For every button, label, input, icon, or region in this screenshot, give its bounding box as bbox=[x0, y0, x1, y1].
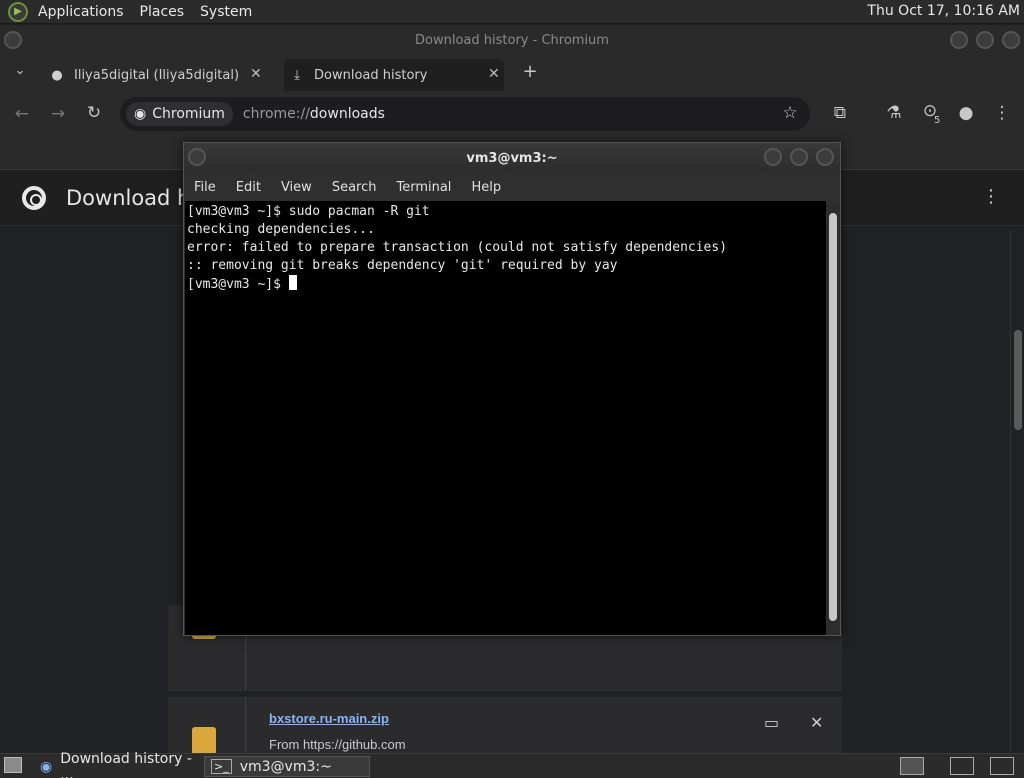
download-icon: ⤓ bbox=[294, 67, 300, 83]
workspace-1[interactable] bbox=[900, 757, 924, 775]
tab-strip: ⌄ ● Iliya5digital (Iliya5digital) / Re ✕… bbox=[0, 55, 1024, 93]
terminal-titlebar[interactable]: vm3@vm3:~ bbox=[184, 143, 840, 173]
forward-arrow-icon[interactable]: → bbox=[46, 104, 70, 124]
taskbar-item-label: Download history - ... bbox=[60, 750, 192, 778]
show-in-folder-icon[interactable]: ▭ bbox=[764, 713, 779, 732]
close-button[interactable] bbox=[816, 148, 834, 166]
chromium-icon: ◉ bbox=[40, 758, 53, 775]
chromium-titlebar[interactable]: Download history - Chromium bbox=[0, 25, 1024, 55]
tab-label: Download history bbox=[314, 67, 428, 83]
download-source: From https://github.com bbox=[269, 737, 406, 752]
downloads-count-badge: 5 bbox=[934, 115, 941, 126]
labs-flask-icon[interactable]: ⚗ bbox=[882, 103, 906, 123]
terminal-icon: >_ bbox=[211, 759, 232, 774]
profile-avatar-icon[interactable]: ● bbox=[954, 103, 978, 123]
more-menu-icon[interactable]: ⋮ bbox=[990, 103, 1014, 123]
taskbar-item-label: vm3@vm3:~ bbox=[239, 758, 332, 775]
download-item: bxstore.ru-main.zip From https://github.… bbox=[168, 697, 842, 755]
menu-terminal[interactable]: Terminal bbox=[386, 180, 461, 195]
tab-download-history[interactable]: ⤓ Download history bbox=[284, 59, 504, 91]
workspace-3[interactable] bbox=[990, 757, 1014, 775]
terminal-window: vm3@vm3:~ File Edit View Search Terminal… bbox=[183, 142, 841, 636]
window-menu-button[interactable] bbox=[188, 148, 206, 166]
window-menu-button[interactable] bbox=[4, 31, 22, 49]
menu-search[interactable]: Search bbox=[322, 180, 387, 195]
tab-search-chevron-icon[interactable]: ⌄ bbox=[8, 63, 32, 78]
menu-places[interactable]: Places bbox=[134, 4, 191, 20]
taskbar-item-terminal[interactable]: >_ vm3@vm3:~ bbox=[204, 756, 370, 777]
close-button[interactable] bbox=[1002, 31, 1020, 49]
terminal-menubar: File Edit View Search Terminal Help bbox=[184, 173, 840, 201]
github-icon: ● bbox=[51, 67, 63, 83]
terminal-scrollbar[interactable] bbox=[826, 201, 840, 635]
browser-toolbar: ← → ↻ ◉ Chromium chrome://downloads ☆ ⧉ … bbox=[0, 93, 1024, 138]
url-text[interactable]: chrome://downloads bbox=[243, 106, 385, 122]
show-desktop-icon[interactable] bbox=[4, 757, 22, 773]
minimize-button[interactable] bbox=[764, 148, 782, 166]
tab-close-icon[interactable]: ✕ bbox=[250, 66, 262, 82]
window-title: Download history - Chromium bbox=[415, 32, 609, 48]
terminal-prompt: [vm3@vm3 ~]$ bbox=[187, 277, 289, 292]
applications-logo-icon[interactable]: ▶ bbox=[8, 1, 28, 22]
workspace-2[interactable] bbox=[950, 757, 974, 775]
minimize-button[interactable] bbox=[950, 31, 968, 49]
site-chip-label: Chromium bbox=[152, 106, 225, 122]
reload-icon[interactable]: ↻ bbox=[82, 103, 106, 123]
omnibox[interactable]: ◉ Chromium chrome://downloads ☆ bbox=[120, 97, 810, 131]
menu-file[interactable]: File bbox=[184, 180, 226, 195]
url-prefix: chrome:// bbox=[242, 106, 310, 122]
terminal-line: [vm3@vm3 ~]$ sudo pacman -R git bbox=[187, 204, 430, 219]
more-actions-icon[interactable]: ⋮ bbox=[982, 186, 1000, 207]
back-arrow-icon[interactable]: ← bbox=[10, 104, 34, 124]
terminal-line: checking dependencies... bbox=[187, 222, 375, 237]
page-scrollbar[interactable] bbox=[1010, 230, 1024, 752]
menu-edit[interactable]: Edit bbox=[226, 180, 271, 195]
tab-label: Iliya5digital (Iliya5digital) / Re bbox=[74, 67, 242, 83]
terminal-scroll-thumb[interactable] bbox=[829, 213, 837, 621]
terminal-line: error: failed to prepare transaction (co… bbox=[187, 240, 728, 255]
maximize-button[interactable] bbox=[790, 148, 808, 166]
card-divider bbox=[245, 697, 246, 753]
terminal-cursor bbox=[288, 275, 297, 290]
terminal-output[interactable]: [vm3@vm3 ~]$ sudo pacman -R git checking … bbox=[185, 201, 827, 635]
tab-close-icon[interactable]: ✕ bbox=[488, 66, 500, 82]
chromium-logo-icon: ◉ bbox=[134, 106, 147, 122]
clock[interactable]: Thu Oct 17, 10:16 AM bbox=[867, 3, 1020, 19]
url-host: downloads bbox=[309, 106, 385, 122]
menu-applications[interactable]: Applications bbox=[32, 4, 130, 20]
terminal-prompt-line: [vm3@vm3 ~]$ bbox=[187, 275, 825, 294]
download-filename-link[interactable]: bxstore.ru-main.zip bbox=[269, 711, 389, 726]
tab-github[interactable]: ● Iliya5digital (Iliya5digital) / Re bbox=[48, 59, 268, 91]
remove-download-icon[interactable]: ✕ bbox=[810, 713, 823, 732]
top-panel: ▶ Applications Places System Thu Oct 17,… bbox=[0, 0, 1024, 24]
page-scroll-thumb[interactable] bbox=[1014, 330, 1022, 430]
bookmark-star-icon[interactable]: ☆ bbox=[778, 103, 802, 123]
extensions-puzzle-icon[interactable]: ⧉ bbox=[828, 103, 852, 123]
menu-system[interactable]: System bbox=[194, 4, 258, 20]
terminal-title: vm3@vm3:~ bbox=[466, 150, 558, 166]
site-chip[interactable]: ◉ Chromium bbox=[126, 102, 233, 126]
terminal-line: :: removing git breaks dependency 'git' … bbox=[187, 258, 618, 273]
taskbar-item-chromium[interactable]: ◉ Download history - ... bbox=[34, 751, 200, 778]
maximize-button[interactable] bbox=[976, 31, 994, 49]
bottom-taskbar: ◉ Download history - ... >_ vm3@vm3:~ bbox=[0, 751, 1024, 778]
chrome-logo-icon bbox=[22, 185, 46, 210]
new-tab-icon[interactable]: + bbox=[518, 61, 542, 82]
menu-help[interactable]: Help bbox=[461, 180, 511, 195]
menu-view[interactable]: View bbox=[271, 180, 322, 195]
